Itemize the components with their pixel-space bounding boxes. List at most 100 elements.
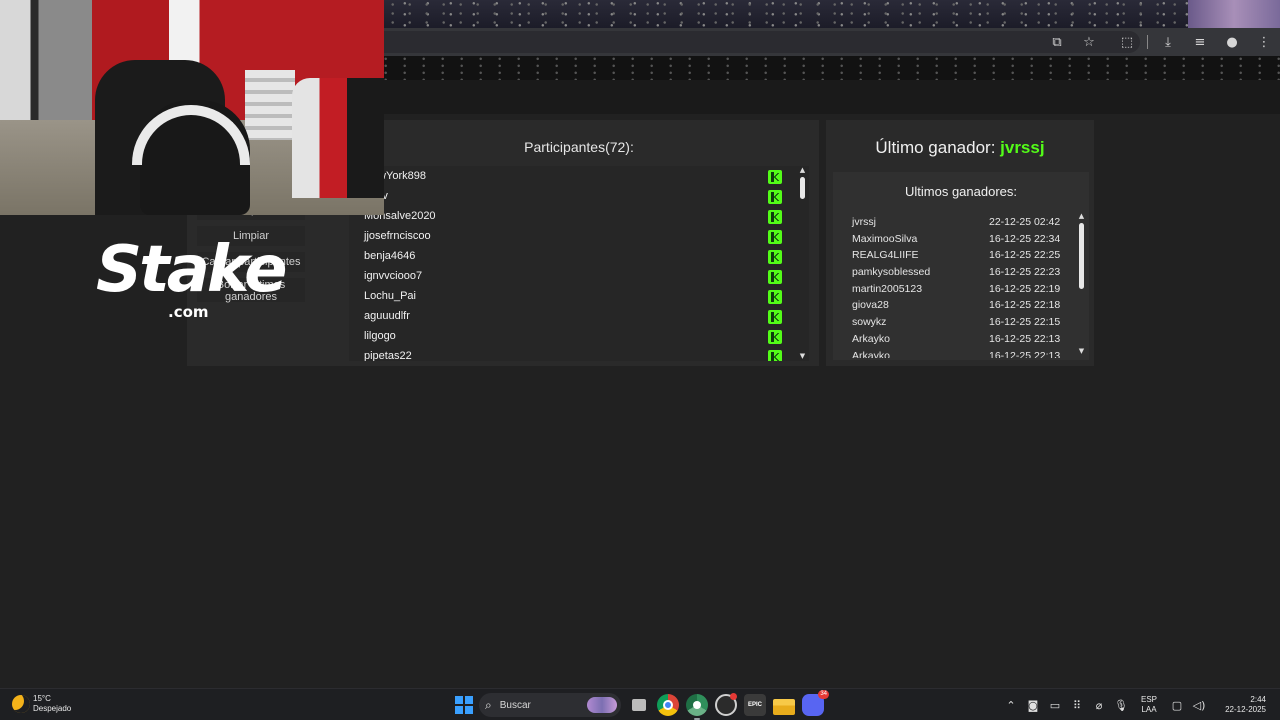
stake-logo-word: Stake xyxy=(96,233,288,307)
participant-name: jjosefrnciscoo xyxy=(364,230,431,242)
obs-icon[interactable] xyxy=(715,693,737,716)
winner-row: pamkysoblessed 16-12-25 22:23 xyxy=(833,264,1089,281)
reading-list-icon[interactable]: ≡ xyxy=(1188,30,1212,54)
winner-row: martin2005123 16-12-25 22:19 xyxy=(833,281,1089,298)
chrome-icon[interactable] xyxy=(657,694,679,716)
winner-row-name: pamkysoblessed xyxy=(852,266,931,279)
device-tray-icon[interactable]: ▭ xyxy=(1044,699,1066,712)
participant-item: _aqv xyxy=(349,186,809,206)
download-icon[interactable]: ⤓ xyxy=(1156,30,1180,54)
display-icon[interactable]: ▢ xyxy=(1166,699,1188,712)
windows-taskbar: 15°C Despejado ⌕ Buscar EPIC ⌃ ◙ ▭ ⠿ ⌀ 🎙… xyxy=(0,688,1280,720)
network-off-icon[interactable]: ⌀ xyxy=(1088,699,1110,712)
extensions-icon[interactable]: ⬚ xyxy=(1115,30,1139,54)
kick-icon xyxy=(768,310,782,324)
winner-row-date: 16-12-25 22:23 xyxy=(989,266,1061,279)
scroll-up-arrow-icon[interactable]: ▲ xyxy=(1077,212,1086,221)
webcam-overlay xyxy=(0,0,384,215)
participant-item: Monsalve2020 xyxy=(349,206,809,226)
winner-row: sowykz 16-12-25 22:15 xyxy=(833,314,1089,331)
weather-desc: Despejado xyxy=(33,704,72,713)
chrome-profile-icon[interactable] xyxy=(686,694,708,720)
taskbar-search[interactable]: ⌕ Buscar xyxy=(479,693,621,717)
scroll-down-arrow-icon[interactable]: ▼ xyxy=(798,352,807,361)
kick-icon xyxy=(768,210,782,224)
winner-row-date: 16-12-25 22:19 xyxy=(989,282,1061,295)
participant-name: lilgogo xyxy=(364,330,396,342)
microphone-icon[interactable]: 🎙 xyxy=(1110,699,1132,712)
scroll-down-arrow-icon[interactable]: ▼ xyxy=(1077,347,1086,356)
kick-icon xyxy=(768,350,782,361)
winner-row: MaximooSilva 16-12-25 22:34 xyxy=(833,231,1089,248)
weather-temp: 15°C xyxy=(33,694,51,703)
stake-logo: Stake .com xyxy=(96,225,288,325)
profile-icon[interactable]: ● xyxy=(1220,30,1244,54)
last-winner-name: jvrssj xyxy=(1000,138,1045,157)
search-highlight-art xyxy=(587,697,617,713)
kick-icon xyxy=(768,330,782,344)
epic-games-icon[interactable]: EPIC xyxy=(744,694,766,716)
participants-list[interactable]: NewYork898_aqvMonsalve2020 jjosefrnciscoo… xyxy=(349,166,809,361)
participant-name: aguuudlfr xyxy=(364,310,410,322)
last-winner-heading: Último ganador: jvrssj xyxy=(826,138,1094,158)
scroll-up-arrow-icon[interactable]: ▲ xyxy=(798,166,807,175)
language-indicator[interactable]: ESP LAA xyxy=(1132,695,1166,715)
kick-icon xyxy=(768,170,782,184)
winner-row-name: giova28 xyxy=(852,299,889,312)
apps-grid-icon[interactable]: ⠿ xyxy=(1066,699,1088,712)
participant-name: ignvvciooo7 xyxy=(364,270,423,282)
discord-tray-icon[interactable]: ◙ xyxy=(1022,699,1044,712)
scrollbar-thumb[interactable] xyxy=(800,177,805,199)
participant-item: pipetas22 xyxy=(349,346,809,361)
scrollbar-thumb[interactable] xyxy=(1079,223,1084,289)
participant-item: Lochu_Pai xyxy=(349,286,809,306)
clock-time: 2:44 xyxy=(1250,695,1266,704)
webcam-stairs xyxy=(245,70,295,140)
search-icon: ⌕ xyxy=(485,697,492,712)
winner-row: Arkayko 16-12-25 22:13 xyxy=(833,331,1089,348)
chevron-up-icon[interactable]: ⌃ xyxy=(1000,699,1022,712)
winner-row: REALG4LIIFE 16-12-25 22:25 xyxy=(833,247,1089,264)
translate-icon[interactable]: ⧉ xyxy=(1045,30,1069,54)
tabstrip-theme-art xyxy=(1188,0,1280,28)
weather-text: 15°C Despejado xyxy=(33,694,71,714)
recent-winners-list[interactable]: jvrssj 22-12-25 02:42 MaximooSilva 16-12-25… xyxy=(833,214,1089,358)
recent-winners-scrollbar[interactable]: ▲ ▼ xyxy=(1077,212,1086,356)
participant-name: Lochu_Pai xyxy=(364,290,416,302)
browser-toolbar-icons: ⧉ ☆ ⬚ ⤓ ≡ ● ⋮ xyxy=(1037,28,1280,56)
volume-icon[interactable]: ◁) xyxy=(1188,699,1210,712)
winner-row-name: martin2005123 xyxy=(852,282,923,295)
winner-row-date: 16-12-25 22:34 xyxy=(989,232,1061,245)
file-explorer-icon[interactable] xyxy=(773,698,795,715)
search-label: Buscar xyxy=(499,699,531,711)
winner-row: Arkayko 16-12-25 22:13 xyxy=(833,348,1089,359)
winner-row-name: REALG4LIIFE xyxy=(852,249,919,262)
system-tray: ⌃ ◙ ▭ ⠿ ⌀ 🎙 ESP LAA ▢ ◁) 2:44 22-12-2025 xyxy=(1000,689,1280,720)
kick-icon xyxy=(768,290,782,304)
clock[interactable]: 2:44 22-12-2025 xyxy=(1210,695,1266,715)
winner-row-date: 22-12-25 02:42 xyxy=(989,216,1061,228)
toolbar-divider xyxy=(1147,35,1148,49)
winner-row: giova28 16-12-25 22:18 xyxy=(833,297,1089,314)
bookmark-star-icon[interactable]: ☆ xyxy=(1077,30,1101,54)
menu-icon[interactable]: ⋮ xyxy=(1252,30,1276,54)
task-view-icon[interactable] xyxy=(632,699,646,711)
winner-row-date: 16-12-25 22:13 xyxy=(989,332,1061,345)
windows-start-icon[interactable] xyxy=(455,696,473,714)
participant-item: NewYork898 xyxy=(349,166,809,186)
winner-row-date: 16-12-25 22:15 xyxy=(989,316,1061,329)
participant-item: benja4646 xyxy=(349,246,809,266)
clock-date: 22-12-2025 xyxy=(1225,705,1266,714)
weather-widget[interactable]: 15°C Despejado xyxy=(12,694,71,714)
winner-row-name: Arkayko xyxy=(852,349,890,359)
winner-row-name: MaximooSilva xyxy=(852,232,918,245)
participant-name: pipetas22 xyxy=(364,350,412,361)
address-bar[interactable] xyxy=(384,31,1140,53)
winner-row-date: 16-12-25 22:18 xyxy=(989,299,1061,312)
recent-winners-title: Ultimos ganadores: xyxy=(905,184,1017,199)
language-top: ESP xyxy=(1140,695,1157,704)
participants-scrollbar[interactable]: ▲ ▼ xyxy=(798,166,807,361)
discord-icon[interactable] xyxy=(802,690,829,716)
winner-row-name: Arkayko xyxy=(852,332,890,345)
participant-name: benja4646 xyxy=(364,250,416,262)
